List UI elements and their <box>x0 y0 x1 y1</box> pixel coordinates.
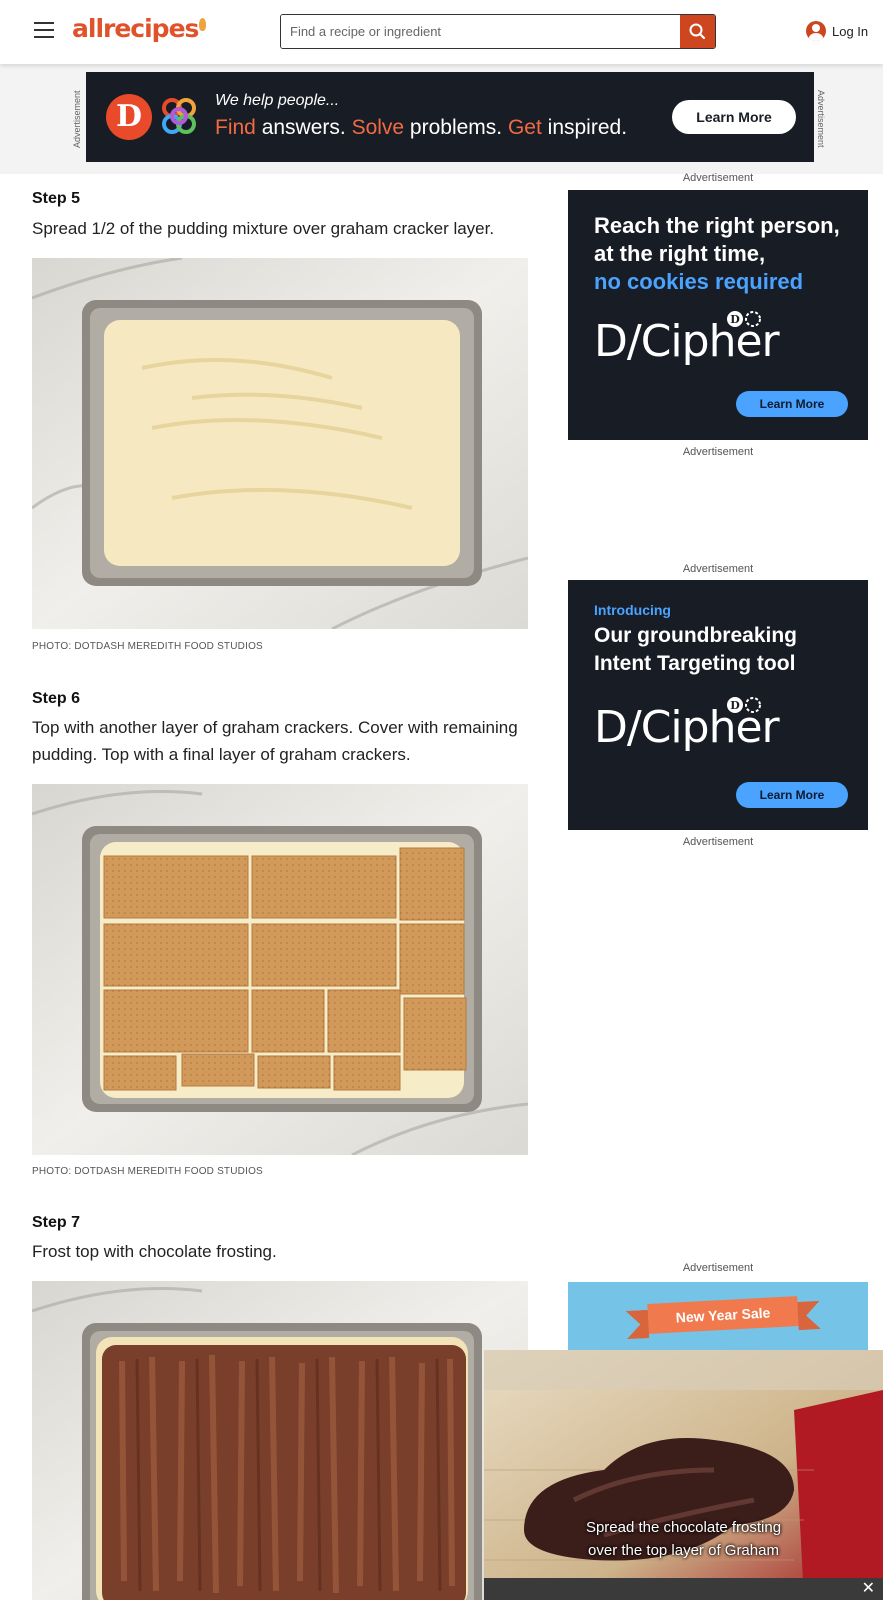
step-7-title: Step 7 <box>32 1214 81 1231</box>
step-5-photo <box>32 258 528 629</box>
ad-tagline: Find answers. Solve problems. Get inspir… <box>215 116 628 139</box>
floating-video-player[interactable]: Spread the chocolate frosting over the t… <box>484 1350 883 1600</box>
video-frame <box>484 1350 883 1600</box>
site-header: allrecipes Log In <box>0 0 883 64</box>
ad-side-label-left: Advertisement <box>72 90 82 148</box>
ad-label: Advertisement <box>682 172 754 184</box>
close-icon[interactable]: ✕ <box>862 1580 875 1598</box>
ad-label: Advertisement <box>682 836 754 848</box>
top-ad-learn-more-button[interactable]: Learn More <box>672 100 796 134</box>
step-5-text: Spread 1/2 of the pudding mixture over g… <box>32 219 495 238</box>
ad2-learn-more-button[interactable]: Learn More <box>736 782 848 808</box>
ad-label: Advertisement <box>682 1262 754 1274</box>
step-7-photo <box>32 1281 528 1600</box>
ad1-headline: Reach the right person, at the right tim… <box>594 213 840 294</box>
sale-ribbon: New Year Sale <box>647 1296 799 1334</box>
step-7-text: Frost top with chocolate frosting. <box>32 1242 277 1261</box>
search-bar <box>280 14 716 49</box>
step-5-title: Step 5 <box>32 190 81 207</box>
video-control-bar: ✕ <box>484 1578 883 1600</box>
step-6-photo <box>32 784 528 1155</box>
logo-spoon-icon <box>199 18 207 31</box>
menu-icon[interactable] <box>34 22 54 38</box>
login-link[interactable]: Log In <box>806 21 868 41</box>
step-5-photo-credit: PHOTO: DOTDASH MEREDITH FOOD STUDIOS <box>32 641 263 652</box>
logo-text: allrecipes <box>72 14 199 43</box>
step-6-text: Top with another layer of graham cracker… <box>32 718 518 764</box>
ad-label: Advertisement <box>682 563 754 575</box>
search-button[interactable] <box>680 15 715 48</box>
dotdash-knot-icon <box>162 98 196 134</box>
dotdash-d-logo: D <box>106 94 152 140</box>
login-label: Log In <box>832 23 869 39</box>
video-caption: Spread the chocolate frosting over the t… <box>585 1519 782 1559</box>
step-6-photo-credit: PHOTO: DOTDASH MEREDITH FOOD STUDIOS <box>32 1166 263 1177</box>
sidebar-ad-dcipher-1[interactable]: Reach the right person, at the right tim… <box>568 190 868 440</box>
search-icon <box>689 23 706 40</box>
search-input[interactable] <box>281 15 681 48</box>
allrecipes-logo[interactable]: allrecipes <box>72 14 207 43</box>
ad1-learn-more-button[interactable]: Learn More <box>736 391 848 417</box>
dcipher-logo: D/Cipher <box>594 702 780 753</box>
ad2-intro: Introducing <box>594 602 671 618</box>
ad2-headline: Our groundbreaking Intent Targeting tool <box>594 624 798 675</box>
sidebar-ad-dcipher-2[interactable]: Introducing Our groundbreaking Intent Ta… <box>568 580 868 830</box>
ad-help-text: We help people... <box>215 92 340 109</box>
step-6-title: Step 6 <box>32 690 81 707</box>
ad-label: Advertisement <box>682 446 754 458</box>
dcipher-logo: D/Cipher <box>594 316 780 367</box>
user-icon <box>806 21 826 41</box>
top-banner-ad[interactable]: D We help people... Find answers. Solve … <box>86 72 814 162</box>
ad-side-label-right: Advertisement <box>816 90 826 148</box>
